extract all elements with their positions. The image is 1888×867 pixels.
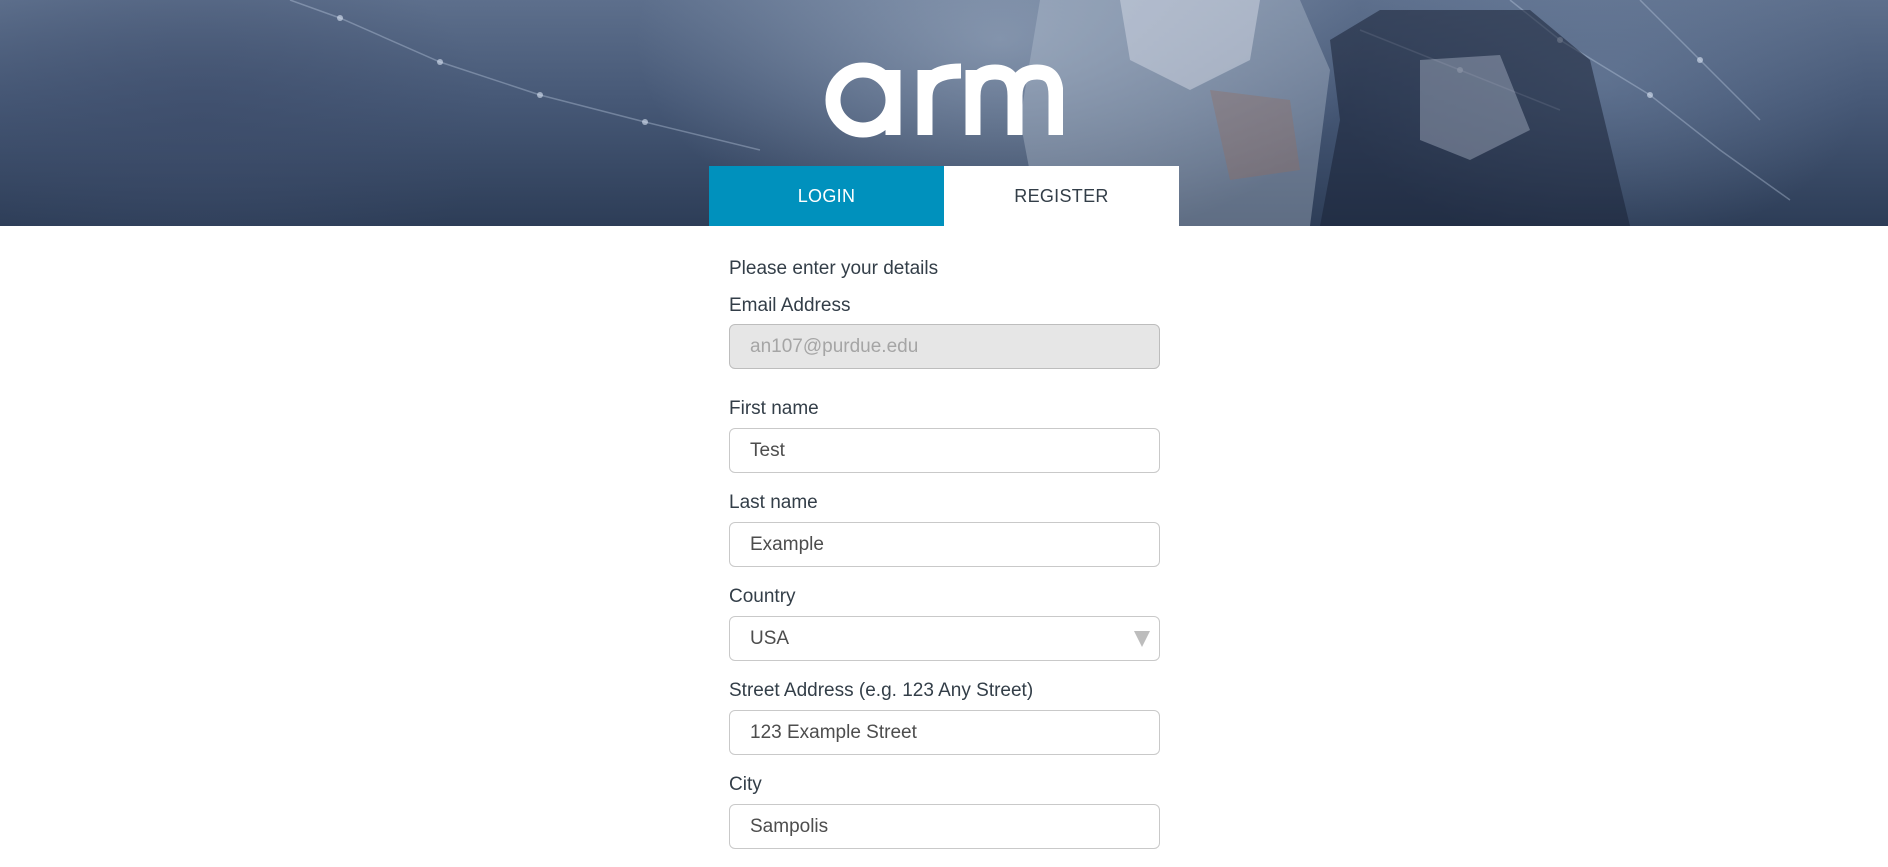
- city-label: City: [729, 774, 762, 795]
- city-value: Sampolis: [750, 815, 829, 837]
- email-value: an107@purdue.edu: [750, 335, 919, 357]
- form-intro: Please enter your details: [729, 258, 939, 279]
- arm-logo-mark: [825, 62, 1064, 138]
- country-label: Country: [729, 586, 796, 607]
- email-label: Email Address: [729, 295, 851, 316]
- auth-tabs: LOGIN REGISTER: [709, 166, 1179, 226]
- email-field-group: Email Address an107@purdue.edu: [729, 293, 1160, 369]
- first-name-field-group: First name Test: [729, 396, 1160, 473]
- country-field-group: Country USA: [729, 584, 1160, 661]
- tab-login[interactable]: LOGIN: [709, 166, 944, 226]
- last-name-label: Last name: [729, 492, 818, 513]
- first-name-label: First name: [729, 398, 819, 419]
- country-select[interactable]: USA: [729, 616, 1160, 661]
- city-field-group: City Sampolis: [729, 772, 1160, 849]
- triangle-down-icon: [1134, 631, 1150, 647]
- street-label: Street Address (e.g. 123 Any Street): [729, 680, 1034, 701]
- last-name-field-group: Last name Example: [729, 490, 1160, 567]
- country-value: USA: [750, 627, 790, 649]
- first-name-input[interactable]: Test: [729, 428, 1160, 473]
- city-input[interactable]: Sampolis: [729, 804, 1160, 849]
- hero-banner: LOGIN REGISTER: [0, 0, 1888, 226]
- registration-form: Please enter your details Email Address …: [729, 256, 1160, 849]
- last-name-value: Example: [750, 533, 824, 555]
- arm-logo: [823, 48, 1064, 148]
- tab-register[interactable]: REGISTER: [944, 166, 1179, 226]
- street-address-input[interactable]: 123 Example Street: [729, 710, 1160, 755]
- first-name-value: Test: [750, 439, 785, 461]
- street-value: 123 Example Street: [750, 721, 917, 743]
- last-name-input[interactable]: Example: [729, 522, 1160, 567]
- email-field: an107@purdue.edu: [729, 324, 1160, 369]
- street-field-group: Street Address (e.g. 123 Any Street) 123…: [729, 678, 1160, 755]
